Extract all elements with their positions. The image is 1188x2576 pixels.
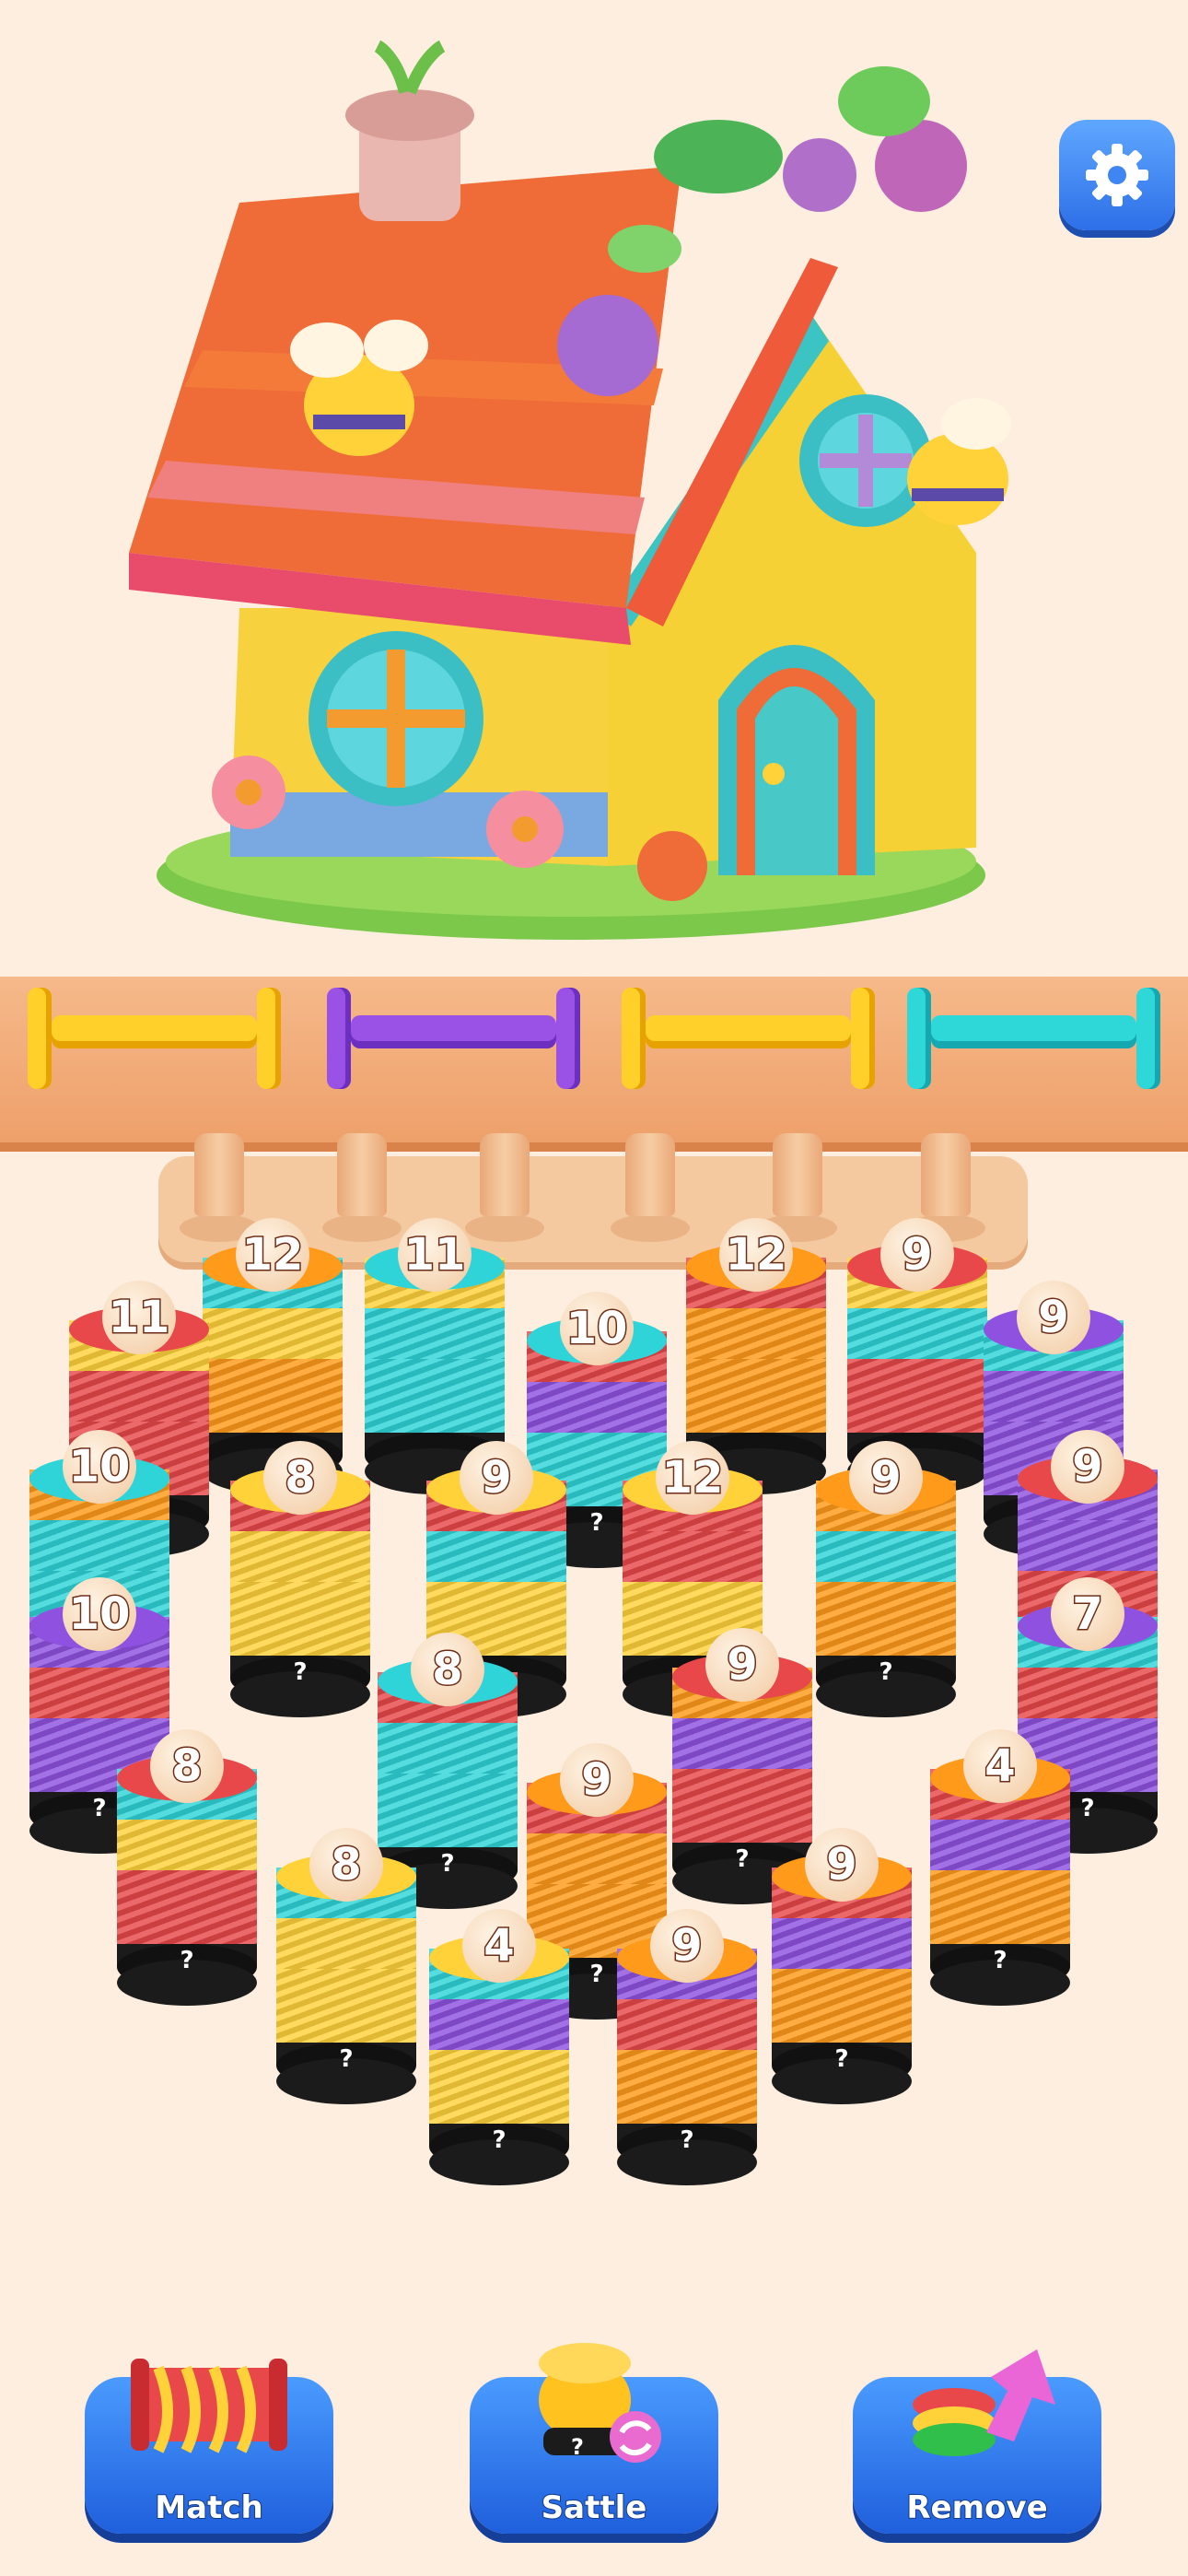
stack-count-badge: 12 bbox=[656, 1441, 729, 1515]
hidden-layer-mark: ? bbox=[834, 2045, 849, 2073]
stack-count-badge: 8 bbox=[411, 1633, 484, 1706]
peg-base bbox=[465, 1214, 544, 1242]
stack-count-badge: 7 bbox=[1051, 1577, 1124, 1651]
peg[interactable] bbox=[625, 1133, 675, 1216]
stack-count-badge: 9 bbox=[880, 1218, 954, 1292]
yarn-stack[interactable]: 11 bbox=[365, 1218, 505, 1494]
stack-count-badge: 9 bbox=[705, 1628, 779, 1702]
stack-count-badge: 11 bbox=[398, 1218, 472, 1292]
yarn-stack[interactable]: 8? bbox=[276, 1828, 416, 2104]
shelf-slot-2 bbox=[318, 988, 589, 1098]
yarn-stack[interactable]: 12 bbox=[203, 1218, 343, 1494]
hidden-layer-mark: ? bbox=[180, 1947, 194, 1974]
gear-icon bbox=[1086, 144, 1148, 206]
hidden-layer-mark: ? bbox=[92, 1795, 107, 1822]
stack-count-badge: 9 bbox=[460, 1441, 533, 1515]
peg[interactable] bbox=[773, 1133, 822, 1216]
shuffle-stack-icon bbox=[539, 2343, 661, 2463]
yarn-stack[interactable]: 4? bbox=[429, 1909, 569, 2185]
stack-count-badge: 9 bbox=[849, 1441, 923, 1515]
stack-count-badge: 9 bbox=[805, 1828, 879, 1902]
sattle-label: Sattle bbox=[541, 2488, 648, 2527]
stack-count-badge: 10 bbox=[63, 1577, 136, 1651]
hidden-layer-mark: ? bbox=[735, 1845, 750, 1873]
hidden-layer-mark: ? bbox=[1080, 1795, 1095, 1822]
stack-count-badge: 8 bbox=[150, 1729, 224, 1803]
knitted-house-illustration bbox=[129, 40, 1011, 940]
sattle-badge: ? bbox=[571, 2434, 584, 2460]
stack-count-badge: 10 bbox=[560, 1292, 634, 1365]
peg[interactable] bbox=[921, 1133, 971, 1216]
stack-count-badge: 9 bbox=[1051, 1430, 1124, 1504]
yarn-stack[interactable]: 12 bbox=[686, 1218, 826, 1494]
hidden-layer-mark: ? bbox=[879, 1658, 893, 1686]
remove-button[interactable]: Remove bbox=[853, 2349, 1101, 2534]
hidden-layer-mark: ? bbox=[993, 1947, 1007, 1974]
peg[interactable] bbox=[337, 1133, 387, 1216]
hidden-layer-mark: ? bbox=[440, 1850, 455, 1878]
stack-count-badge: 12 bbox=[719, 1218, 793, 1292]
stack-count-badge: 9 bbox=[560, 1743, 634, 1817]
yarn-stack[interactable]: 9 bbox=[847, 1218, 987, 1494]
yarn-spool-icon bbox=[131, 2359, 287, 2453]
sattle-button[interactable]: ? Sattle bbox=[470, 2343, 718, 2534]
yarn-stack[interactable]: 8? bbox=[230, 1441, 370, 1717]
shelf-slot-3 bbox=[612, 988, 884, 1098]
hidden-layer-mark: ? bbox=[589, 1509, 604, 1537]
remove-label: Remove bbox=[905, 2488, 1048, 2527]
hidden-layer-mark: ? bbox=[293, 1658, 308, 1686]
peg-base bbox=[611, 1214, 690, 1242]
settings-button[interactable] bbox=[1059, 120, 1175, 230]
stack-count-badge: 4 bbox=[462, 1909, 536, 1983]
stack-count-badge: 10 bbox=[63, 1430, 136, 1504]
match-button[interactable]: Match bbox=[85, 2359, 333, 2534]
stack-count-badge: 9 bbox=[650, 1909, 724, 1983]
yarn-stack[interactable]: 9? bbox=[816, 1441, 956, 1717]
shelf-slot-4 bbox=[898, 988, 1170, 1098]
yarn-stack[interactable]: 8? bbox=[117, 1729, 257, 2006]
peg-base bbox=[322, 1214, 402, 1242]
stack-count-badge: 12 bbox=[236, 1218, 309, 1292]
stack-count-badge: 11 bbox=[102, 1281, 176, 1354]
hidden-layer-mark: ? bbox=[339, 2045, 354, 2073]
stack-count-badge: 9 bbox=[1017, 1281, 1090, 1354]
peg[interactable] bbox=[194, 1133, 244, 1216]
hidden-layer-mark: ? bbox=[492, 2126, 507, 2154]
yarn-stack[interactable]: 9? bbox=[772, 1828, 912, 2104]
yarn-stack[interactable]: 9? bbox=[617, 1909, 757, 2185]
stack-count-badge: 8 bbox=[309, 1828, 383, 1902]
yarn-stack[interactable]: 4? bbox=[930, 1729, 1070, 2006]
match-label: Match bbox=[154, 2488, 263, 2527]
shelf-slot-1 bbox=[18, 988, 290, 1098]
hidden-layer-mark: ? bbox=[589, 1961, 604, 1988]
stack-count-badge: 8 bbox=[263, 1441, 337, 1515]
remove-arrow-icon bbox=[913, 2349, 1055, 2456]
yarn-stack[interactable]: 9? bbox=[672, 1628, 812, 1904]
stack-count-badge: 4 bbox=[963, 1729, 1037, 1803]
peg[interactable] bbox=[480, 1133, 530, 1216]
hidden-layer-mark: ? bbox=[680, 2126, 694, 2154]
